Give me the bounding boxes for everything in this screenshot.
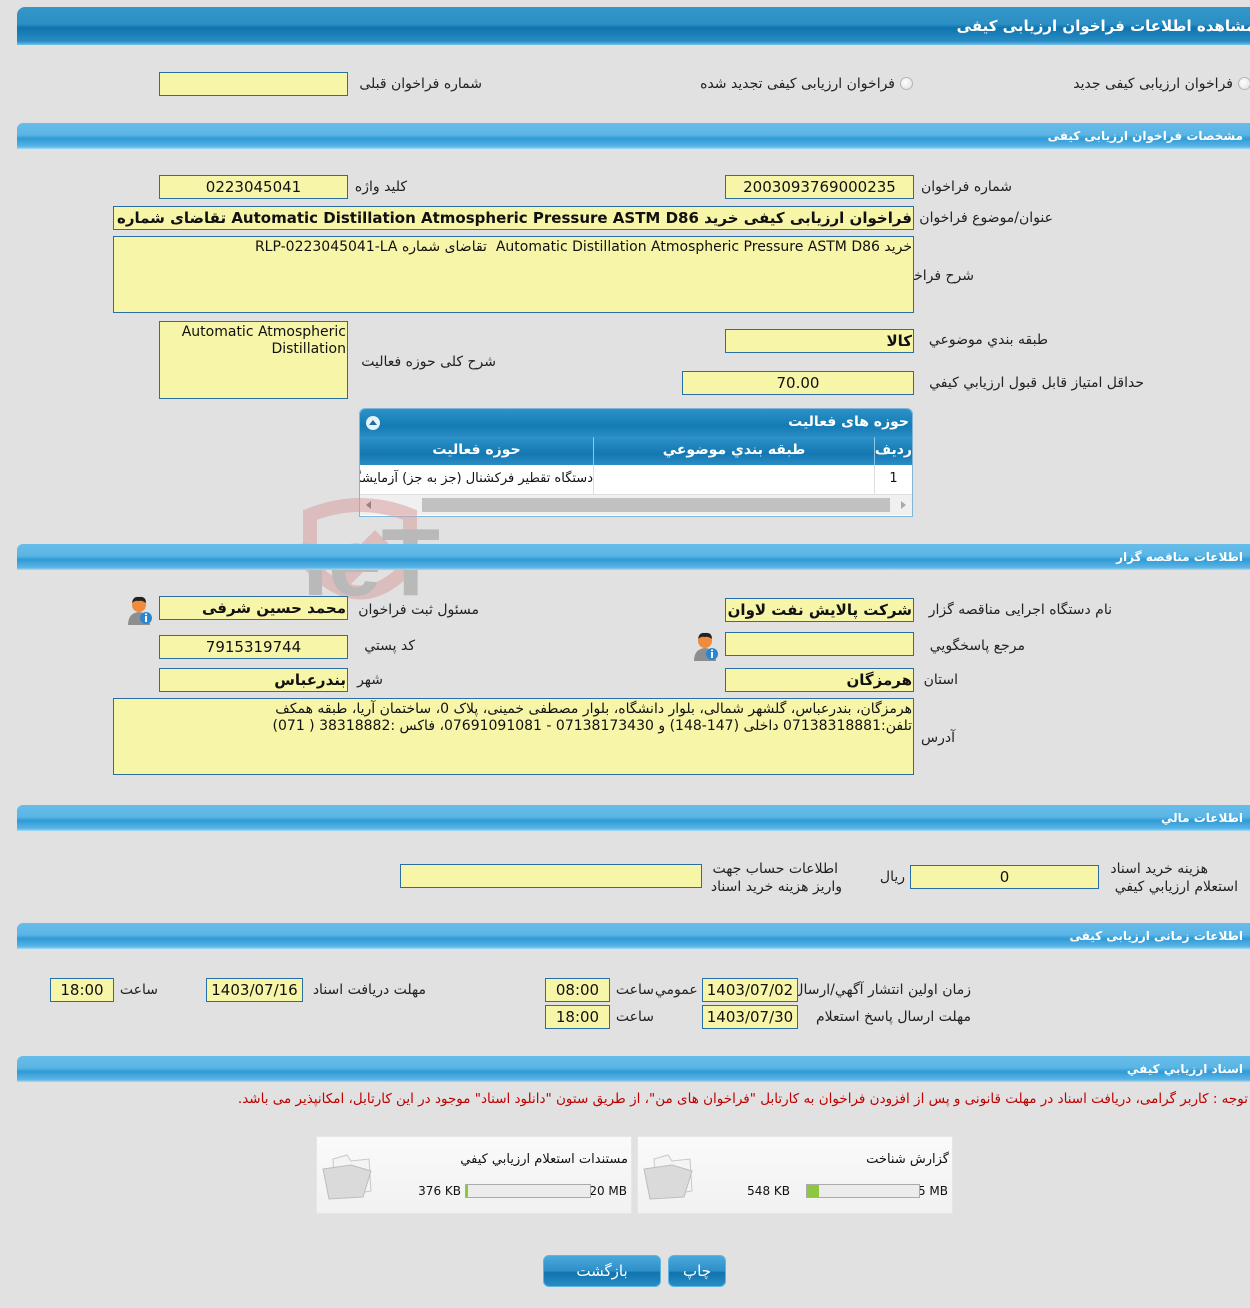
activity-grid-header: حوزه های فعالیت [360, 409, 912, 437]
column-header-index[interactable]: رديف [874, 437, 912, 465]
table-row[interactable]: 1 دستگاه تقطیر فرکشنال (جز به جز) آزمایش… [360, 465, 912, 495]
radio-new-call[interactable] [1238, 77, 1250, 90]
user-info-icon[interactable] [124, 594, 154, 626]
responder-field [725, 632, 914, 656]
registrar-field: محمد حسین شرفی [159, 596, 348, 620]
financial-section-title: اطلاعات مالي [1160, 811, 1243, 825]
collapse-icon[interactable] [366, 416, 380, 430]
activity-grid: حوزه های فعالیت رديف طبقه بندي موضوعي حو… [359, 408, 913, 517]
document-name[interactable]: گزارش شناخت [866, 1152, 949, 1167]
province-label: استان [923, 672, 958, 688]
column-header-activity[interactable]: حوزه فعاليت [360, 437, 593, 465]
cell-index: 1 [874, 465, 912, 494]
doc-fee-field: 0 [910, 865, 1099, 889]
response-deadline-time-field: 18:00 [545, 1005, 610, 1029]
doc-deadline-time-field: 18:00 [50, 978, 114, 1002]
address-label: آدرس [921, 730, 955, 746]
category-field: کالا [725, 329, 914, 353]
page-title-bar: مشاهده اطلاعات فراخوان ارزیابی کیفی [17, 7, 1250, 45]
scroll-right-icon[interactable] [901, 501, 906, 509]
activity-desc-label: شرح کلی حوزه فعالیت [361, 354, 496, 370]
subject-field: فراخوان ارزیابی کیفی خرید Automatic Dist… [113, 206, 914, 230]
cell-category [593, 465, 874, 494]
specs-section-title: مشخصات فراخوان ارزیابی کیفی [1047, 129, 1243, 143]
document-max-size: 20 MB [589, 1184, 627, 1198]
radio-renewed-call[interactable] [900, 77, 913, 90]
publish-time-field: 08:00 [545, 978, 610, 1002]
org-name-field: شرکت پالایش نفت لاوان [725, 598, 914, 622]
document-size-bar [806, 1184, 920, 1198]
org-name-label: نام دستگاه اجرایی مناقصه گزار [928, 602, 1112, 618]
call-number-label: شماره فراخوان [921, 179, 1012, 195]
city-label: شهر [357, 672, 383, 688]
document-card-report[interactable]: گزارش شناخت 5 MB 548 KB [637, 1136, 953, 1214]
province-field: هرمزگان [725, 668, 914, 692]
currency-label: ريال [879, 869, 905, 885]
document-card-inquiry[interactable]: مستندات استعلام ارزيابي کيفي 20 MB 376 K… [316, 1136, 632, 1214]
folder-icon [322, 1154, 372, 1200]
document-max-size: 5 MB [917, 1184, 948, 1198]
doc-fee-label: هزينه خريد اسناد [1110, 861, 1208, 877]
city-field: بندرعباس [159, 668, 348, 692]
schedule-section-bar: اطلاعات زمانی ارزیابی کیفی [17, 923, 1250, 949]
print-button[interactable]: چاپ [668, 1255, 726, 1287]
page-title: مشاهده اطلاعات فراخوان ارزیابی کیفی [956, 17, 1250, 35]
account-info-label: اطلاعات حساب جهت [712, 861, 838, 877]
documents-section-title: اسناد ارزيابي کيفي [1126, 1062, 1243, 1076]
financial-section-bar: اطلاعات مالي [17, 805, 1250, 831]
response-deadline-time-label: ساعت [615, 1009, 654, 1025]
publish-time-label: ساعت [615, 982, 654, 998]
folder-icon [643, 1154, 693, 1200]
document-size-fill [807, 1185, 819, 1197]
specs-section-bar: مشخصات فراخوان ارزیابی کیفی [17, 123, 1250, 149]
documents-section-bar: اسناد ارزيابي کيفي [17, 1056, 1250, 1082]
responder-info-icon[interactable] [690, 630, 720, 662]
description-field: خرید Automatic Distillation Atmospheric … [113, 236, 914, 313]
responder-label: مرجع پاسخگويي [929, 638, 1025, 654]
doc-fee-label-line2: استعلام ارزيابي کيفي [1114, 879, 1238, 895]
publish-date-field: 1403/07/02 [702, 978, 798, 1002]
account-info-label-line2: واريز هزينه خريد اسناد [710, 879, 842, 895]
document-name[interactable]: مستندات استعلام ارزيابي کيفي [460, 1152, 628, 1167]
doc-deadline-date-field: 1403/07/16 [206, 978, 303, 1002]
scroll-left-icon[interactable] [366, 501, 371, 509]
previous-call-label: شماره فراخوان قبلی [359, 76, 482, 92]
account-info-field [400, 864, 702, 888]
activity-grid-title: حوزه های فعالیت [788, 414, 909, 430]
category-label: طبقه بندي موضوعي [928, 332, 1048, 348]
response-deadline-label: مهلت ارسال پاسخ استعلام [815, 1009, 971, 1025]
keyword-field: 0223045041 [159, 175, 348, 199]
min-score-field: 70.00 [682, 371, 914, 395]
document-size-fill [466, 1185, 469, 1197]
download-notice: توجه : کاربر گرامی، دریافت اسناد در مهلت… [237, 1091, 1248, 1107]
response-deadline-date-field: 1403/07/30 [702, 1005, 798, 1029]
horizontal-scrollbar[interactable] [360, 495, 912, 515]
activity-desc-field: Automatic Atmospheric Distillation [159, 321, 348, 399]
cell-activity: دستگاه تقطیر فرکشنال (جز به جز) آزمایشگا… [360, 471, 593, 486]
registrar-label: مسئول ثبت فراخوان [358, 602, 479, 618]
postal-code-label: کد پستي [364, 638, 415, 654]
document-size-bar [465, 1184, 591, 1198]
subject-label: عنوان/موضوع فراخوان [919, 210, 1053, 226]
address-field: هرمزگان، بندرعباس، گلشهر شمالی، بلوار دا… [113, 698, 914, 775]
document-size: 376 KB [418, 1184, 461, 1198]
doc-deadline-label: مهلت دریافت اسناد [312, 982, 426, 998]
scrollbar-thumb[interactable] [422, 498, 890, 512]
organizer-section-bar: اطلاعات مناقصه گزار [17, 544, 1250, 570]
keyword-label: کلید واژه [354, 179, 407, 195]
schedule-section-title: اطلاعات زمانی ارزیابی کیفی [1069, 929, 1243, 943]
column-header-category[interactable]: طبقه بندي موضوعي [593, 437, 874, 465]
activity-grid-columns: رديف طبقه بندي موضوعي حوزه فعاليت [360, 437, 912, 465]
back-button[interactable]: بازگشت [543, 1255, 661, 1287]
doc-deadline-time-label: ساعت [119, 982, 158, 998]
radio-new-call-label: فراخوان ارزیابی کیفی جدید [1073, 76, 1233, 92]
previous-call-field[interactable] [159, 72, 348, 96]
call-number-field: 2003093769000235 [725, 175, 914, 199]
organizer-section-title: اطلاعات مناقصه گزار [1116, 550, 1243, 564]
postal-code-field: 7915319744 [159, 635, 348, 659]
radio-renewed-call-label: فراخوان ارزیابی کیفی تجدید شده [700, 76, 895, 92]
min-score-label: حداقل امتياز قابل قبول ارزيابي کيفي [929, 375, 1144, 391]
document-size: 548 KB [747, 1184, 790, 1198]
